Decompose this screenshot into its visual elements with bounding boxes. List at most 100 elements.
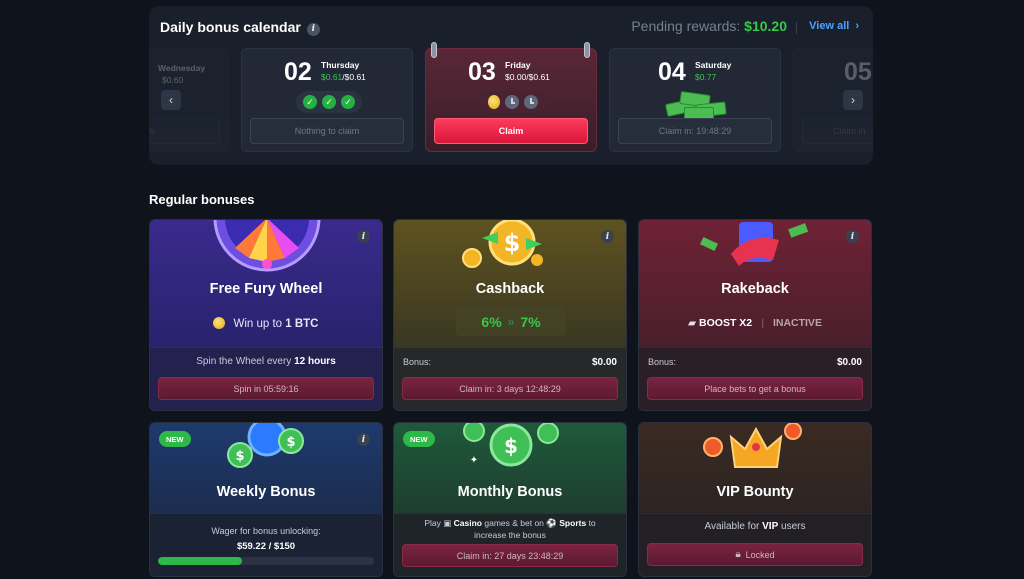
card-vip-bounty: VIP Bounty Available for VIP users 🔒︎ Loc… — [638, 422, 872, 577]
day-amount: $0.00/$0.61 — [505, 72, 550, 82]
chevron-right-icon: › — [851, 93, 855, 107]
svg-text:$: $ — [504, 229, 521, 257]
card-footer: Bonus: $0.00 Place bets to get a bonus — [639, 347, 871, 410]
daily-bonus-calendar: Daily bonus calendar i Pending rewards: $… — [149, 6, 873, 165]
spin-timer-button[interactable]: Spin in 05:59:16 — [158, 377, 374, 400]
calendar-title: Daily bonus calendar i — [160, 19, 320, 36]
calendar-day-03: 03 Friday $0.00/$0.61 Claim — [425, 48, 597, 152]
calendar-next-button[interactable]: › — [843, 90, 863, 110]
card-title: Free Fury Wheel — [209, 281, 323, 297]
wager-label: Wager for bonus unlocking: — [211, 526, 321, 536]
claim-timer-button[interactable]: Claim in — [802, 118, 873, 144]
day-name: Thursday — [321, 60, 360, 70]
day-amount: $0.60 — [162, 75, 184, 85]
day-number: 05 — [844, 58, 872, 86]
info-icon[interactable]: i — [601, 230, 614, 243]
view-all-link[interactable]: View all › — [803, 20, 859, 32]
svg-text:$: $ — [504, 434, 518, 458]
new-badge: NEW — [403, 431, 435, 447]
nothing-to-claim-button[interactable]: Nothing to claim — [250, 118, 404, 144]
claim-button[interactable]: Claim — [434, 118, 588, 144]
section-title: Regular bonuses — [149, 192, 255, 207]
wager-progress-fill — [158, 557, 243, 565]
card-title: Cashback — [475, 281, 545, 297]
boost-icon: ▰ — [688, 317, 697, 329]
card-monthly-bonus: $ ✦ NEW Monthly Bonus Play ▣ Casino game… — [393, 422, 627, 577]
card-free-fury-wheel: i Free Fury Wheel Win up to 1 BTC Spin t… — [149, 219, 383, 411]
card-rakeback: i Rakeback ▰ BOOST X2 | INACTIVE Bonus: $… — [638, 219, 872, 411]
svg-text:✦: ✦ — [470, 455, 478, 466]
chevron-right-icon: › — [855, 20, 859, 32]
claim-timer-button[interactable]: Claim in: 27 days 23:48:29 — [402, 544, 618, 567]
monthly-info-text: Play ▣ Casino games & bet on ⚽ Sports to… — [424, 518, 596, 540]
bonus-row: Bonus: $0.00 — [648, 357, 862, 368]
card-footer: Bonus: $0.00 Claim in: 3 days 12:48:29 — [394, 347, 626, 410]
wheel-icon — [150, 220, 382, 285]
calendar-prev-button[interactable]: ‹ — [161, 90, 181, 110]
card-footer: Available for VIP users 🔒︎ Locked — [639, 513, 871, 576]
bonus-row: Bonus: $0.00 — [403, 357, 617, 368]
day-name: Saturday — [695, 60, 732, 70]
check-icon: ✓ — [303, 95, 317, 109]
calendar-day-04: 04 Saturday $0.77 Claim in: 19:48:29 — [609, 48, 781, 152]
claim-timer-button[interactable]: Claim in: 3 days 12:48:29 — [402, 377, 618, 400]
day-amount: $0.61/$0.61 — [321, 72, 366, 82]
rakeback-gift-icon — [639, 220, 871, 285]
clock-icon — [524, 95, 538, 109]
day-name: Friday — [505, 60, 531, 70]
chevron-left-icon: ‹ — [169, 93, 173, 107]
cash-stack-icon — [660, 87, 730, 120]
coin-icon — [213, 317, 226, 329]
wager-progress-bar — [158, 557, 374, 565]
divider — [796, 22, 797, 34]
clock-icon — [505, 95, 519, 109]
spin-info-text: Spin the Wheel every 12 hours — [196, 356, 336, 367]
lock-icon: 🔒︎ — [735, 549, 741, 560]
card-title: Rakeback — [721, 281, 789, 297]
wager-value: $59.22 / $150 — [236, 541, 296, 552]
svg-text:$: $ — [235, 449, 244, 464]
day-number: 03 — [468, 58, 496, 86]
info-icon[interactable]: i — [306, 22, 320, 36]
card-title: VIP Bounty — [716, 484, 794, 500]
pending-rewards-value: $10.20 — [744, 18, 787, 34]
calendar-ring-icon — [584, 42, 590, 58]
info-icon[interactable]: i — [357, 433, 370, 446]
win-up-to-text: Win up to 1 BTC — [150, 317, 382, 330]
coin-arrows-icon: $ — [394, 220, 626, 285]
claim-timer-button[interactable]: Claim in: 19:48:29 — [618, 118, 772, 144]
card-cashback: $ i Cashback 6%» 7% Bonus: $0.00 Claim in:… — [393, 219, 627, 411]
crown-icon — [639, 423, 871, 480]
card-weekly-bonus: $ $ NEW i Weekly Bonus Wager for bonus u… — [149, 422, 383, 577]
svg-text:$: $ — [286, 435, 295, 450]
sports-ball-icon: ⚽ — [546, 518, 557, 528]
boost-status: ▰ BOOST X2 | INACTIVE — [688, 317, 822, 329]
day-number: 04 — [658, 58, 686, 86]
calendar-ring-icon — [431, 42, 437, 58]
day-amount: $0.77 — [695, 72, 717, 82]
check-icon: ✓ — [341, 95, 355, 109]
casino-icon: ▣ — [443, 518, 452, 528]
pending-rewards: Pending rewards: $10.20 — [631, 18, 787, 34]
day-progress-checks: ✓ ✓ ✓ — [296, 91, 362, 113]
day-name: Wednesday — [158, 63, 206, 73]
double-arrow-icon: » — [507, 315, 515, 329]
card-title: Weekly Bonus — [216, 484, 316, 500]
day-claim-button[interactable]: Claim — [149, 118, 220, 144]
info-icon[interactable]: i — [846, 230, 859, 243]
info-icon[interactable]: i — [357, 230, 370, 243]
card-title: Monthly Bonus — [457, 484, 563, 500]
card-footer: Play ▣ Casino games & bet on ⚽ Sports to… — [394, 513, 626, 576]
check-icon: ✓ — [322, 95, 336, 109]
cashback-rate: 6%» 7% — [456, 308, 566, 336]
day-progress — [480, 91, 546, 113]
place-bets-button[interactable]: Place bets to get a bonus — [647, 377, 863, 400]
coin-icon — [488, 95, 500, 109]
card-footer: Wager for bonus unlocking: $59.22 / $150 — [150, 513, 382, 576]
new-badge: NEW — [159, 431, 191, 447]
day-number: 02 — [284, 58, 312, 86]
calendar-day-02: 02 Thursday $0.61/$0.61 ✓ ✓ ✓ Nothing to… — [241, 48, 413, 152]
locked-button[interactable]: 🔒︎ Locked — [647, 543, 863, 566]
vip-availability-text: Available for VIP users — [704, 521, 806, 532]
card-footer: Spin the Wheel every 12 hours Spin in 05… — [150, 347, 382, 410]
